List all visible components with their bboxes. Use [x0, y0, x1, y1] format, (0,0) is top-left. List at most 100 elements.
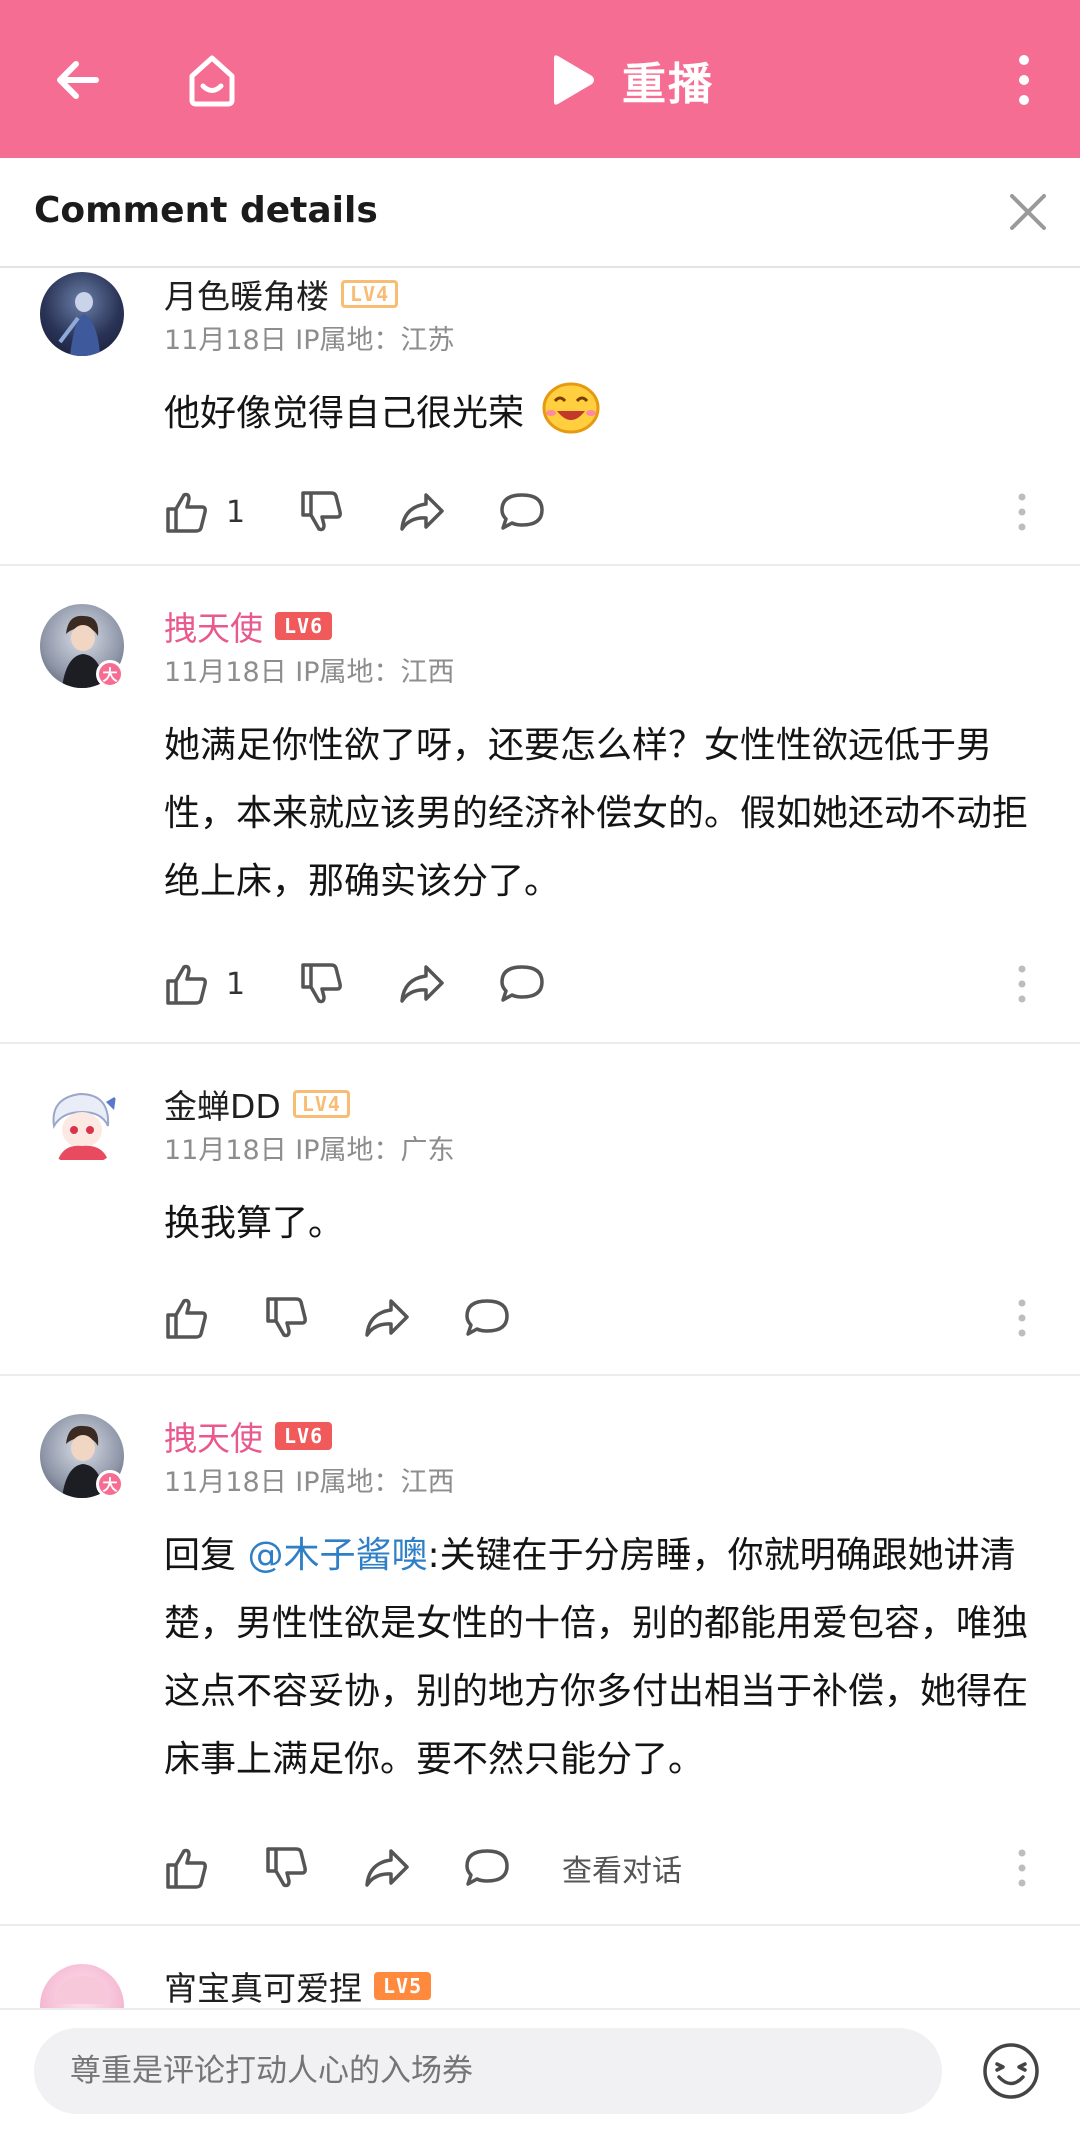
comment-meta: 11月18日 IP属地：江西 — [164, 1467, 455, 1498]
emoji-button[interactable] — [980, 2040, 1042, 2102]
like-button[interactable] — [162, 487, 212, 537]
comment-more-button[interactable] — [1002, 484, 1042, 540]
avatar[interactable] — [40, 272, 124, 356]
comment-item: 大 拽天使 LV6 11月18日 IP属地：江西 她满足你性欲了呀，还要怎么样？… — [0, 568, 1080, 1044]
level-badge: LV6 — [275, 612, 333, 640]
comment-actions: 1 — [162, 956, 547, 1012]
dislike-button[interactable] — [297, 487, 347, 537]
home-button[interactable] — [172, 40, 252, 120]
comment-text-body: 他好像觉得自己很光荣 — [164, 393, 525, 434]
thumbs-up-icon — [166, 1848, 207, 1889]
back-button[interactable] — [38, 40, 118, 120]
like-button[interactable] — [162, 1843, 212, 1893]
comment-text: 回复 @木子酱噢:关键在于分房睡，你就明确跟她讲清楚，男性性欲是女性的十倍，别的… — [164, 1522, 1044, 1794]
comment-item: 宵宝真可爱捏 LV5 — [0, 1928, 1080, 2008]
level-badge: LV4 — [292, 1090, 350, 1118]
share-arrow-icon — [365, 1849, 409, 1887]
speech-bubble-icon — [500, 493, 544, 530]
comment-details-header: Comment details — [0, 158, 1080, 268]
avatar-figure-icon — [56, 1976, 108, 2004]
emoji-face-icon — [983, 2043, 1039, 2099]
panel-title: Comment details — [34, 190, 378, 231]
vip-badge: 大 — [96, 1470, 124, 1498]
avatar[interactable] — [40, 1964, 124, 2008]
speech-bubble-icon — [465, 1299, 509, 1336]
comment-input[interactable] — [34, 2028, 942, 2114]
dislike-button[interactable] — [297, 959, 347, 1009]
username[interactable]: 拽天使 — [164, 1412, 263, 1460]
thumbs-down-icon — [266, 1847, 307, 1888]
home-icon — [189, 55, 235, 107]
more-menu-button[interactable] — [984, 40, 1064, 120]
share-arrow-icon — [400, 965, 444, 1003]
comment-more-button[interactable] — [1002, 1290, 1042, 1346]
replay-label: 重播 — [622, 59, 714, 110]
comment-item: 大 拽天使 LV6 11月18日 IP属地：江西 回复 @木子酱噢:关键在于分房… — [0, 1378, 1080, 1926]
speech-bubble-icon — [465, 1849, 509, 1886]
like-button[interactable] — [162, 1293, 212, 1343]
comment-more-button[interactable] — [1002, 1840, 1042, 1896]
share-button[interactable] — [397, 487, 447, 537]
comment-more-button[interactable] — [1002, 956, 1042, 1012]
thumbs-up-icon — [166, 1298, 207, 1339]
comment-text: 她满足你性欲了呀，还要怎么样？女性性欲远低于男性，本来就应该男的经济补偿女的。假… — [164, 725, 1029, 902]
thumbs-down-icon — [301, 963, 343, 1004]
reply-button[interactable] — [497, 959, 547, 1009]
avatar[interactable] — [40, 1082, 124, 1166]
thumbs-up-icon — [166, 964, 207, 1005]
username[interactable]: 拽天使 — [164, 602, 263, 650]
like-count: 1 — [226, 966, 246, 1002]
username[interactable]: 月色暖角楼 — [164, 270, 329, 318]
thumbs-up-icon — [166, 492, 207, 533]
share-button[interactable] — [362, 1293, 412, 1343]
comment-meta: 11月18日 IP属地：广东 — [164, 1135, 455, 1166]
share-arrow-icon — [365, 1299, 409, 1337]
comment-text: 他好像觉得自己很光荣 — [164, 380, 1044, 448]
speech-bubble-icon — [500, 965, 544, 1002]
comment-text: 换我算了。 — [164, 1203, 345, 1244]
share-arrow-icon — [400, 493, 444, 531]
level-badge: LV4 — [341, 280, 399, 308]
more-vertical-icon — [1018, 1849, 1026, 1887]
reply-button[interactable] — [497, 487, 547, 537]
comment-actions — [162, 1290, 512, 1346]
more-vertical-icon — [1018, 1299, 1026, 1337]
reply-button[interactable] — [462, 1293, 512, 1343]
thumbs-down-icon — [301, 491, 343, 532]
replay-button[interactable]: 重播 — [546, 42, 714, 118]
top-bar: 重播 — [0, 0, 1080, 158]
like-count: 1 — [226, 494, 246, 530]
more-vertical-icon — [1018, 493, 1026, 531]
grinning-emoji-icon — [542, 382, 600, 434]
comment-meta: 11月18日 IP属地：江苏 — [164, 325, 455, 356]
dislike-button[interactable] — [262, 1293, 312, 1343]
thumbs-down-icon — [266, 1297, 307, 1338]
comment-actions: 查看对话 — [162, 1840, 682, 1896]
comment-meta: 11月18日 IP属地：江西 — [164, 657, 455, 688]
dislike-button[interactable] — [262, 1843, 312, 1893]
view-conversation-link[interactable]: 查看对话 — [562, 1846, 682, 1890]
share-button[interactable] — [397, 959, 447, 1009]
level-badge: LV5 — [374, 1972, 432, 2000]
back-arrow-icon — [57, 61, 99, 99]
avatar-figure-icon — [58, 292, 100, 356]
close-button[interactable] — [998, 182, 1058, 242]
like-button[interactable] — [162, 959, 212, 1009]
username[interactable]: 金蝉DD — [164, 1080, 281, 1128]
level-badge: LV6 — [275, 1422, 333, 1450]
avatar-figure-icon — [52, 1092, 116, 1160]
comment-item: 月色暖角楼 LV4 11月18日 IP属地：江苏 他好像觉得自己很光荣 1 — [0, 270, 1080, 566]
play-icon — [554, 55, 594, 105]
close-icon — [1010, 194, 1046, 230]
reply-prefix: 回复 — [164, 1535, 248, 1576]
share-button[interactable] — [362, 1843, 412, 1893]
vip-badge: 大 — [96, 660, 124, 688]
comment-input-bar — [0, 2008, 1080, 2131]
comment-item: 金蝉DD LV4 11月18日 IP属地：广东 换我算了。 — [0, 1046, 1080, 1376]
mention-link[interactable]: @木子酱噢 — [247, 1535, 427, 1576]
more-vertical-icon — [1019, 55, 1029, 105]
reply-button[interactable] — [462, 1843, 512, 1893]
comment-list[interactable]: 月色暖角楼 LV4 11月18日 IP属地：江苏 他好像觉得自己很光荣 1 大 … — [0, 270, 1080, 2008]
more-vertical-icon — [1018, 965, 1026, 1003]
username[interactable]: 宵宝真可爱捏 — [164, 1962, 362, 2008]
